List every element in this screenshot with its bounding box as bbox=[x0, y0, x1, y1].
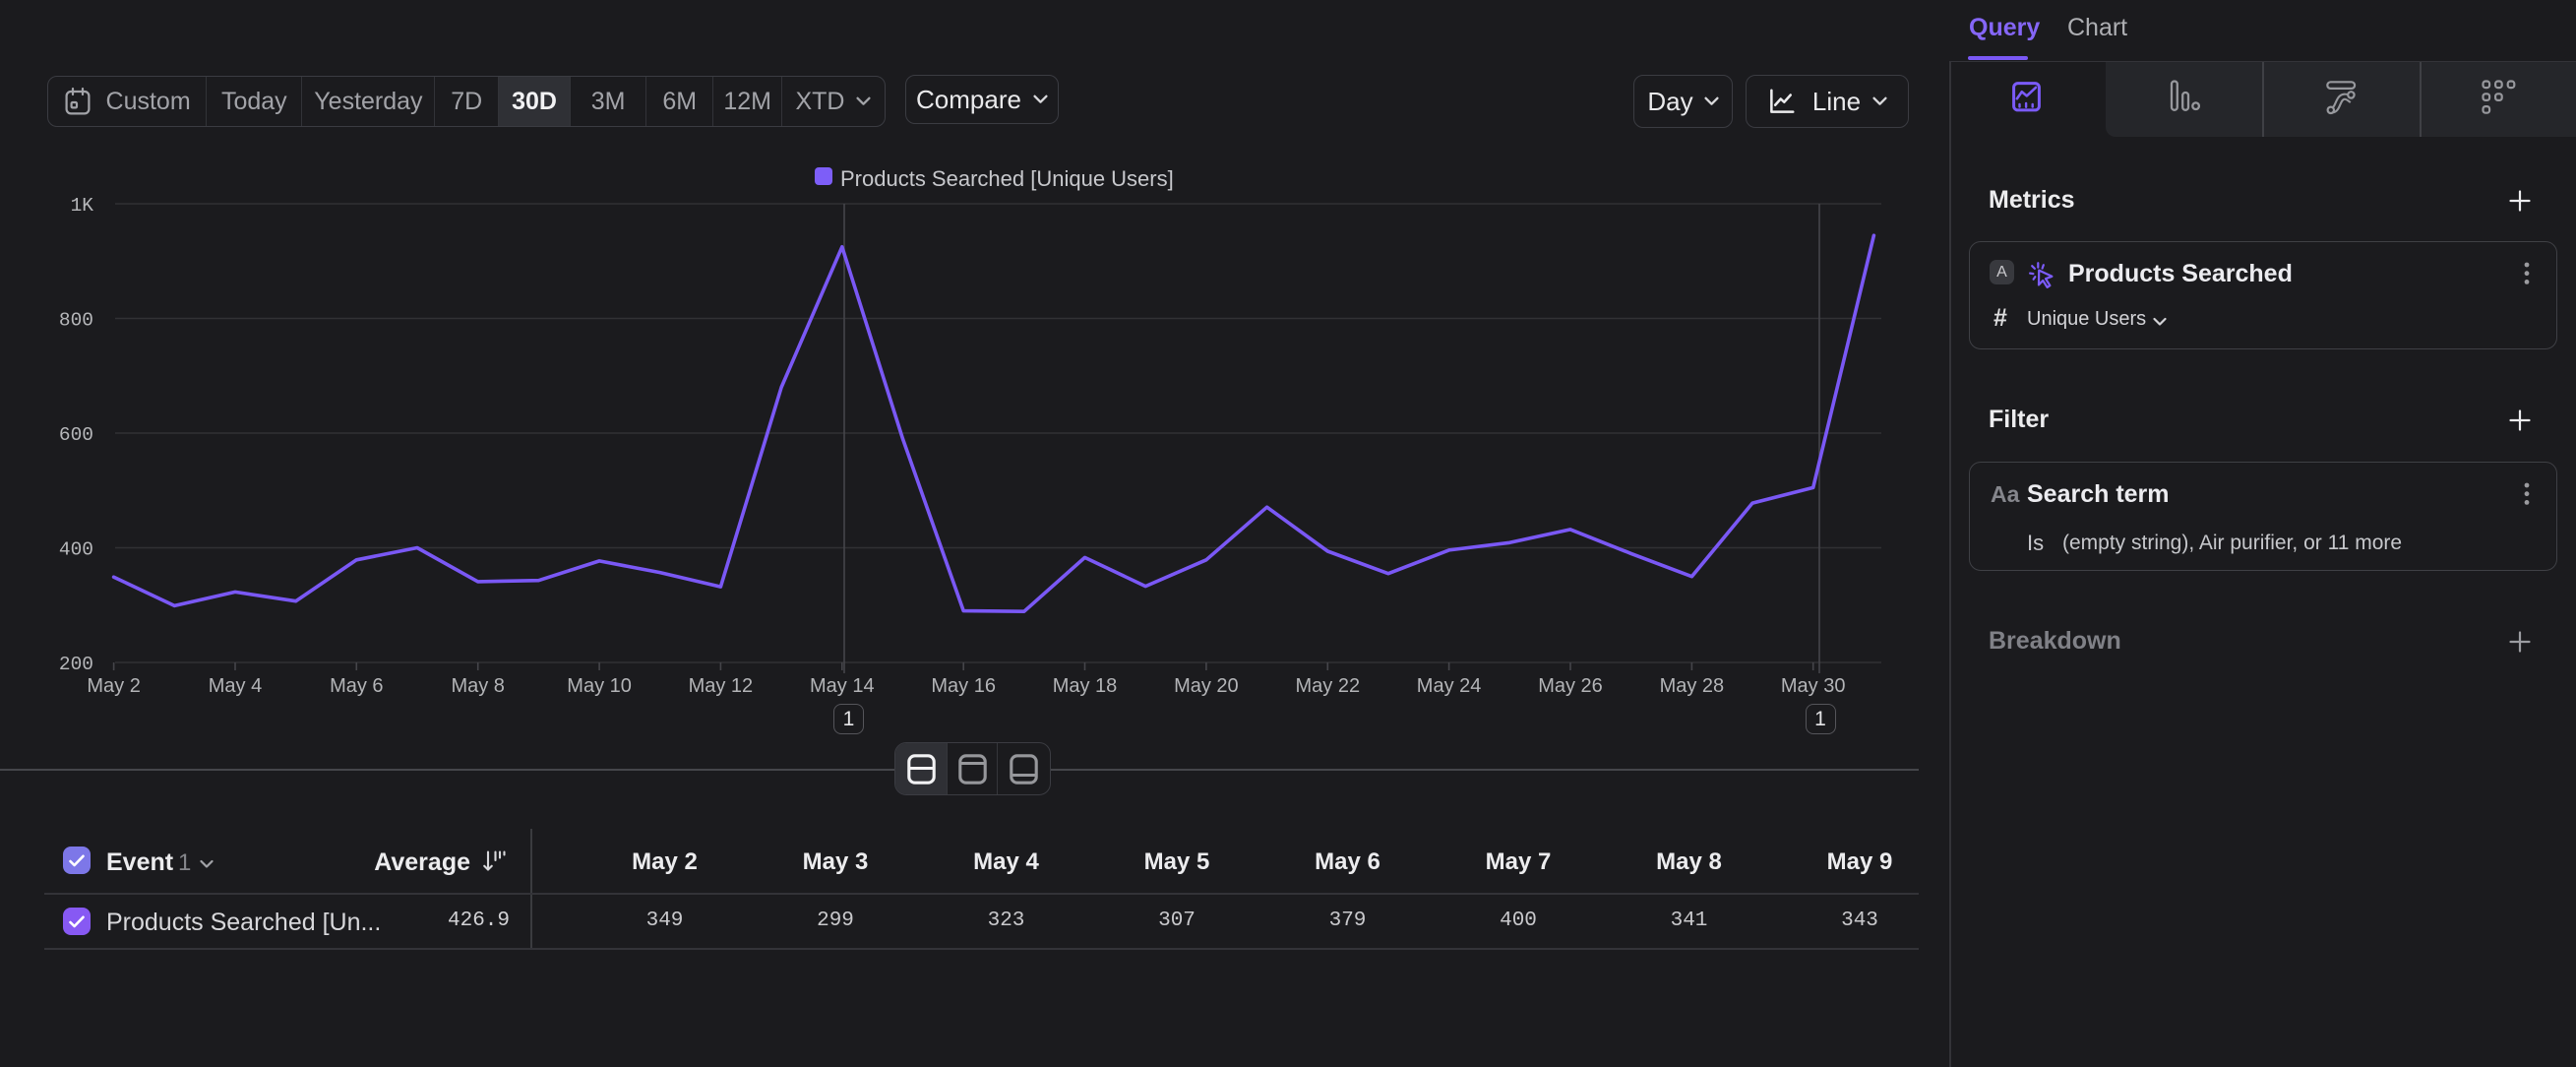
svg-text:May 4: May 4 bbox=[209, 675, 262, 697]
svg-text:May 10: May 10 bbox=[567, 675, 632, 697]
svg-text:May 2: May 2 bbox=[87, 675, 140, 697]
svg-text:200: 200 bbox=[59, 654, 93, 675]
svg-text:1K: 1K bbox=[71, 195, 94, 217]
svg-text:400: 400 bbox=[59, 539, 93, 561]
svg-text:May 16: May 16 bbox=[931, 675, 996, 697]
svg-text:May 14: May 14 bbox=[810, 675, 875, 697]
svg-text:May 28: May 28 bbox=[1660, 675, 1725, 697]
svg-text:May 24: May 24 bbox=[1417, 675, 1482, 697]
svg-text:600: 600 bbox=[59, 424, 93, 446]
svg-text:May 20: May 20 bbox=[1174, 675, 1239, 697]
svg-text:May 30: May 30 bbox=[1781, 675, 1846, 697]
svg-text:800: 800 bbox=[59, 310, 93, 332]
svg-text:May 18: May 18 bbox=[1053, 675, 1118, 697]
svg-text:May 6: May 6 bbox=[330, 675, 383, 697]
svg-text:May 8: May 8 bbox=[451, 675, 504, 697]
svg-text:May 26: May 26 bbox=[1538, 675, 1603, 697]
svg-text:May 22: May 22 bbox=[1296, 675, 1361, 697]
svg-text:May 12: May 12 bbox=[689, 675, 754, 697]
